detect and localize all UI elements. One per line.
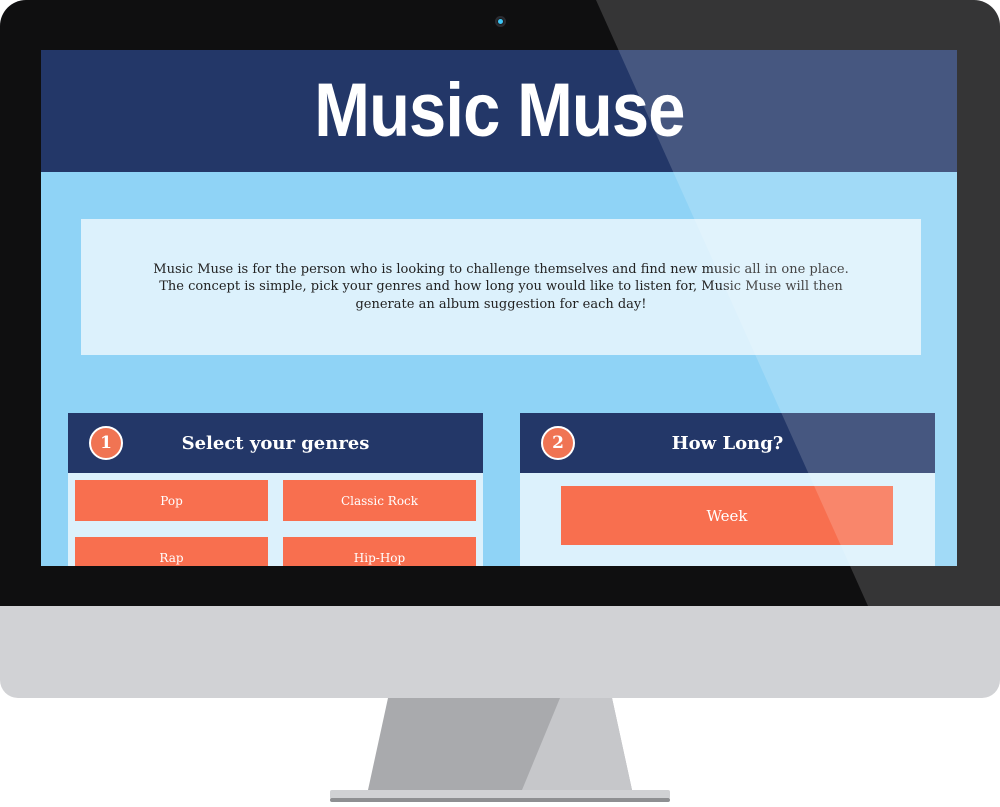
genre-button-classic-rock[interactable]: Classic Rock: [283, 480, 476, 521]
webcam-icon: [495, 16, 506, 27]
genre-button-hip-hop[interactable]: Hip-Hop: [283, 537, 476, 566]
genre-panel: Select your genres 1 Pop Classic Rock Ra…: [68, 413, 483, 566]
duration-button-week[interactable]: Week: [561, 486, 893, 545]
monitor-stand: [330, 698, 670, 802]
monitor-chin: [0, 606, 1000, 698]
duration-panel: How Long? 2 Week: [520, 413, 935, 566]
genre-panel-header: Select your genres 1: [68, 413, 483, 473]
genre-button-rap[interactable]: Rap: [75, 537, 268, 566]
site-title: Music Muse: [313, 68, 685, 153]
duration-panel-header: How Long? 2: [520, 413, 935, 473]
intro-box: Music Muse is for the person who is look…: [81, 219, 921, 355]
duration-panel-title: How Long?: [671, 432, 784, 454]
screen: Music Muse Music Muse is for the person …: [41, 50, 957, 566]
intro-text: Music Muse is for the person who is look…: [153, 261, 849, 312]
genre-panel-title: Select your genres: [181, 432, 370, 454]
step-number-badge: 1: [89, 426, 123, 460]
genre-button-pop[interactable]: Pop: [75, 480, 268, 521]
step-number-badge: 2: [541, 426, 575, 460]
site-header: Music Muse: [41, 50, 957, 172]
